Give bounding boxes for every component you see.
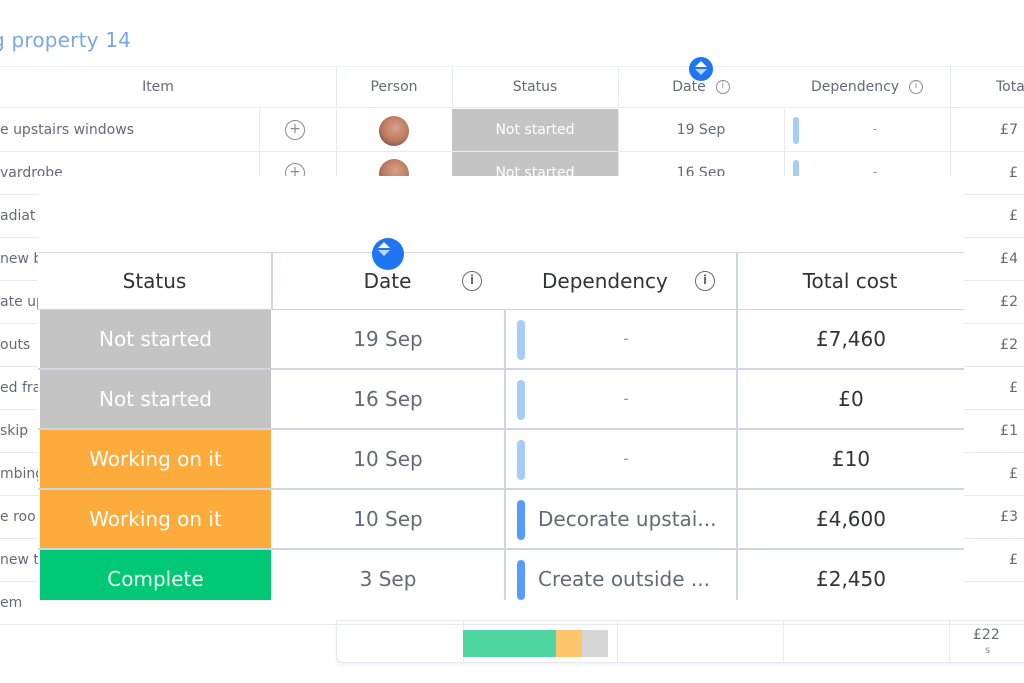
- status-cell[interactable]: Not started: [452, 109, 618, 151]
- column-divider: [452, 66, 453, 108]
- table-row[interactable]: Working on it 10 Sep - £10: [38, 430, 964, 490]
- total-cost-cell: £7: [1000, 122, 1018, 138]
- date-cell[interactable]: 16 Sep: [273, 370, 503, 428]
- dependency-cell[interactable]: -: [538, 310, 714, 368]
- date-cell[interactable]: 19 Sep: [273, 310, 503, 368]
- summary-footer: £22 s: [336, 620, 1024, 663]
- dependency-indicator: [793, 117, 799, 144]
- status-summary-complete: [463, 630, 556, 657]
- dependency-indicator: [517, 560, 525, 600]
- dependency-indicator: [517, 500, 525, 540]
- status-cell[interactable]: Working on it: [40, 430, 271, 488]
- sort-button[interactable]: [372, 238, 404, 270]
- date-cell[interactable]: 10 Sep: [273, 490, 503, 548]
- dependency-indicator: [517, 380, 525, 420]
- sort-button[interactable]: [689, 57, 713, 81]
- table-row[interactable]: Working on it 10 Sep Decorate upstai... £4,…: [38, 490, 964, 550]
- dependency-indicator: [517, 440, 525, 480]
- column-divider: [271, 252, 273, 310]
- footer-total-cost: £22: [973, 627, 1000, 643]
- footer-total-label: s: [985, 645, 991, 656]
- total-cost-cell: £2,450: [816, 567, 886, 591]
- status-summary-working: [555, 630, 582, 657]
- column-header-total[interactable]: Tota: [950, 66, 1024, 108]
- column-divider: [617, 621, 618, 663]
- column-divider: [783, 621, 784, 663]
- info-icon[interactable]: i: [715, 80, 730, 94]
- add-update-icon[interactable]: +: [285, 120, 305, 140]
- item-name[interactable]: e upstairs windows: [0, 109, 290, 151]
- column-header-status[interactable]: Status: [452, 66, 618, 108]
- zoomed-table-overlay: Status Date Dependency Total cost Not st…: [38, 176, 964, 600]
- total-cost-cell: £10: [831, 447, 871, 471]
- dependency-cell[interactable]: -: [810, 109, 940, 151]
- dependency-cell[interactable]: Create outside ...: [538, 550, 734, 600]
- total-cost-cell: £4,600: [816, 507, 886, 531]
- date-cell[interactable]: 10 Sep: [273, 430, 503, 488]
- table-row[interactable]: Not started 16 Sep - £0: [38, 370, 964, 430]
- dependency-indicator: [517, 320, 525, 360]
- date-cell[interactable]: 19 Sep: [618, 109, 784, 151]
- column-header-status[interactable]: Status: [38, 252, 271, 310]
- column-header-total-cost[interactable]: Total cost: [736, 252, 964, 310]
- dependency-cell[interactable]: Decorate upstai...: [538, 490, 734, 548]
- column-divider: [949, 621, 950, 663]
- status-cell[interactable]: Complete: [40, 550, 271, 600]
- column-header-person[interactable]: Person: [336, 66, 452, 108]
- table-row[interactable]: e upstairs windows + Not started 19 Sep - £7: [0, 109, 1024, 152]
- person-avatar[interactable]: [379, 116, 409, 146]
- column-header-dependency[interactable]: Dependency i: [784, 66, 950, 108]
- column-divider: [336, 66, 337, 108]
- total-cost-cell: £0: [838, 387, 864, 411]
- status-cell[interactable]: Not started: [40, 310, 271, 368]
- column-divider: [259, 109, 260, 151]
- table-row[interactable]: Complete 3 Sep Create outside ... £2,450: [38, 550, 964, 600]
- table-row[interactable]: Not started 19 Sep - £7,460: [38, 310, 964, 370]
- board-title: g property 14: [0, 28, 132, 52]
- info-icon[interactable]: i: [909, 80, 924, 94]
- dependency-cell[interactable]: -: [538, 430, 714, 488]
- status-summary-not-started: [581, 630, 608, 657]
- column-divider: [336, 109, 337, 151]
- column-divider: [784, 109, 785, 151]
- column-divider: [618, 66, 619, 108]
- status-cell[interactable]: Not started: [40, 370, 271, 428]
- status-cell[interactable]: Working on it: [40, 490, 271, 548]
- total-cost-cell: £7,460: [816, 327, 886, 351]
- date-info-icon[interactable]: i: [462, 271, 482, 291]
- dependency-info-icon[interactable]: i: [695, 271, 715, 291]
- dependency-cell[interactable]: -: [538, 370, 714, 428]
- date-cell[interactable]: 3 Sep: [273, 550, 503, 600]
- status-summary-bar[interactable]: [463, 630, 608, 657]
- column-header-item[interactable]: Item: [0, 66, 336, 108]
